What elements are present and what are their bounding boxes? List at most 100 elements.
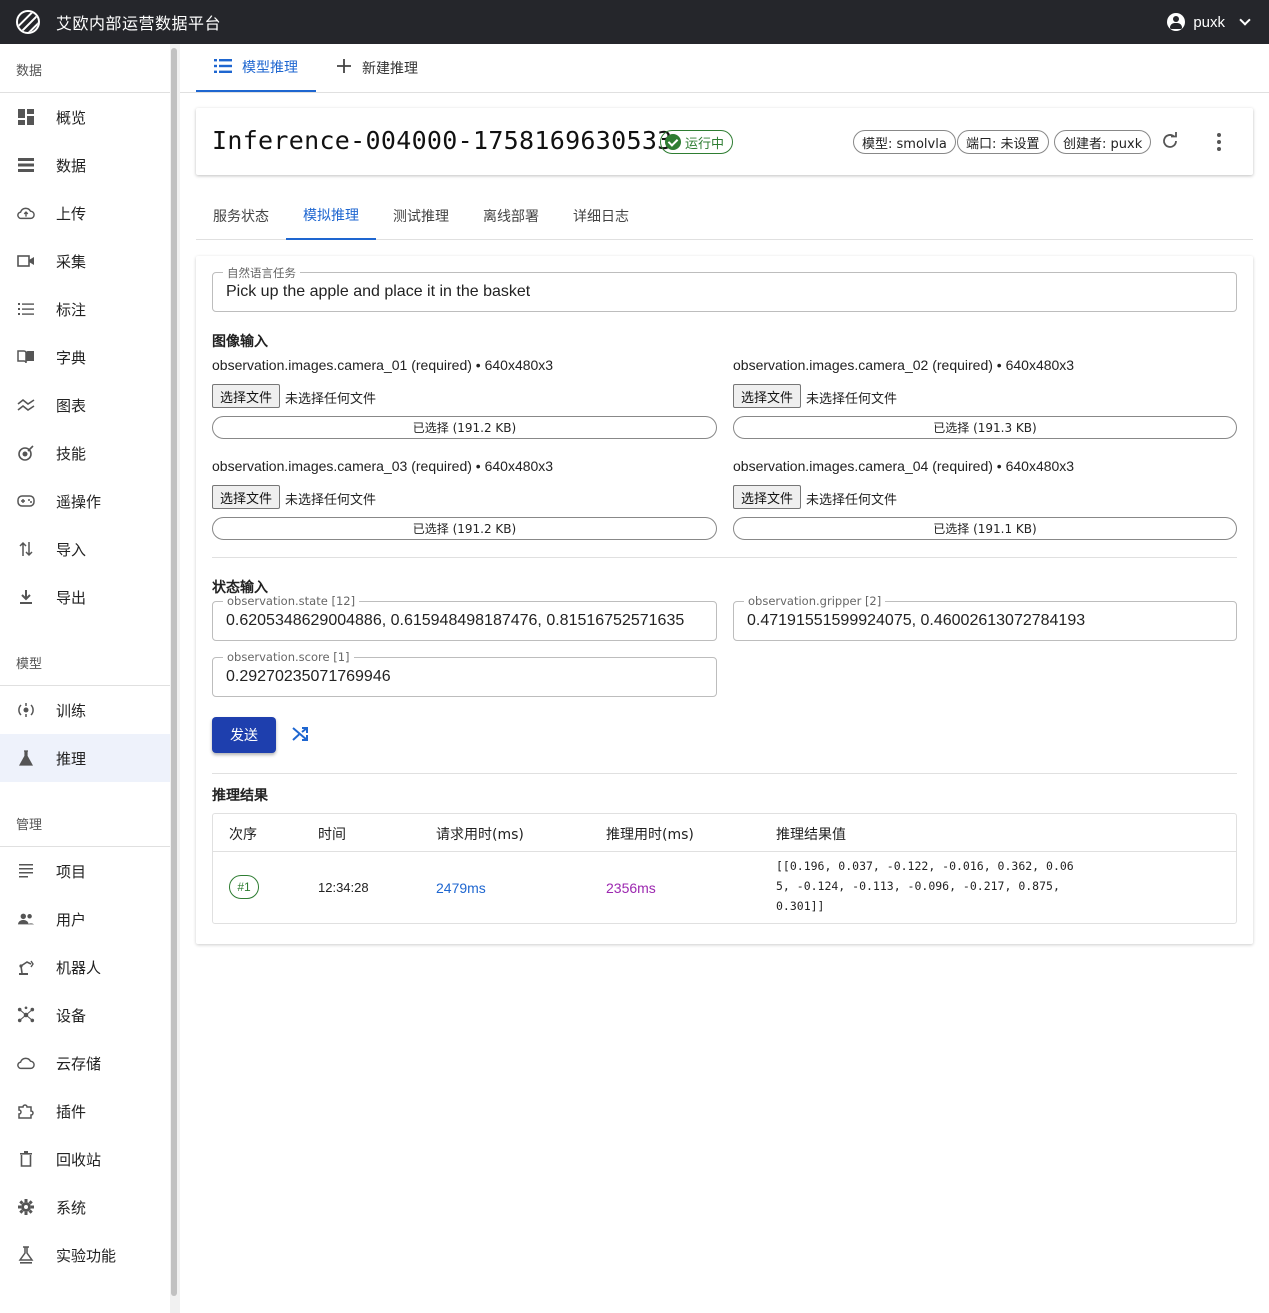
sidebar-item-export[interactable]: 导出 bbox=[0, 573, 170, 621]
sidebar-item-skills[interactable]: 技能 bbox=[0, 429, 170, 477]
import-icon bbox=[17, 540, 35, 558]
simulated-inference-panel: 自然语言任务 Pick up the apple and place it in… bbox=[196, 256, 1253, 944]
camera-04-file-status: 未选择任何文件 bbox=[806, 493, 898, 508]
results-table: 次序 时间 请求用时(ms) 推理用时(ms) 推理结果值 #1 12:34:2… bbox=[212, 813, 1237, 924]
row-infer-ms: 2356ms bbox=[606, 880, 656, 896]
sidebar-item-label: 导出 bbox=[56, 588, 87, 607]
tab-simulated-inference[interactable]: 模拟推理 bbox=[286, 192, 376, 240]
sidebar-item-label: 云存储 bbox=[56, 1054, 102, 1073]
gear-icon bbox=[17, 1198, 35, 1216]
dashboard-icon bbox=[17, 108, 35, 126]
inference-title: Inference-004000-1758169630533 bbox=[212, 126, 673, 155]
sidebar-item-inference[interactable]: 推理 bbox=[0, 734, 170, 782]
user-menu[interactable]: puxk bbox=[1167, 0, 1251, 44]
experiment-icon bbox=[17, 1246, 35, 1264]
annotate-icon bbox=[17, 300, 35, 318]
sidebar: 数据 概览 数据 上传 采集 标注 字典 图表 技能 遥操作 导入 导出 模型 … bbox=[0, 44, 170, 1313]
sidebar-item-dictionary[interactable]: 字典 bbox=[0, 333, 170, 381]
inference-header: Inference-004000-1758169630533 运行中 模型: s… bbox=[196, 108, 1253, 175]
tab-test-inference[interactable]: 测试推理 bbox=[376, 192, 466, 240]
camera-02-file-button[interactable]: 选择文件 bbox=[733, 384, 802, 408]
cloud-icon bbox=[17, 1054, 35, 1072]
main-content: 模型推理 新建推理 Inference-004000-1758169630533… bbox=[180, 44, 1269, 1313]
state-field[interactable]: observation.state [12] 0.620534862900488… bbox=[212, 594, 717, 641]
score-field[interactable]: observation.score [1] 0.2927023507176994… bbox=[212, 650, 717, 697]
camera-02-label: observation.images.camera_02 (required) … bbox=[733, 357, 1075, 373]
sidebar-item-label: 图表 bbox=[56, 396, 87, 415]
sidebar-item-label: 导入 bbox=[56, 540, 87, 559]
tab-service-status[interactable]: 服务状态 bbox=[196, 192, 286, 240]
send-button[interactable]: 发送 bbox=[212, 717, 276, 753]
puzzle-icon bbox=[17, 1102, 35, 1120]
sidebar-item-trash[interactable]: 回收站 bbox=[0, 1135, 170, 1183]
tab-detail-logs[interactable]: 详细日志 bbox=[556, 192, 646, 240]
trash-icon bbox=[17, 1150, 35, 1168]
gripper-field[interactable]: observation.gripper [2] 0.47191551599924… bbox=[733, 594, 1237, 641]
sidebar-item-label: 采集 bbox=[56, 252, 87, 271]
sidebar-item-experimental[interactable]: 实验功能 bbox=[0, 1231, 170, 1279]
download-icon bbox=[17, 588, 35, 606]
more-vert-icon[interactable] bbox=[1216, 132, 1222, 152]
list-icon bbox=[17, 156, 35, 174]
model-chip: 模型: smolvla bbox=[853, 130, 956, 154]
tab-model-inference[interactable]: 模型推理 bbox=[196, 44, 316, 92]
sidebar-item-users[interactable]: 用户 bbox=[0, 895, 170, 943]
sidebar-item-upload[interactable]: 上传 bbox=[0, 189, 170, 237]
score-field-label: observation.score [1] bbox=[223, 650, 354, 664]
sidebar-item-plugins[interactable]: 插件 bbox=[0, 1087, 170, 1135]
shuffle-icon[interactable] bbox=[290, 724, 312, 746]
divider bbox=[212, 773, 1237, 774]
port-chip: 端口: 未设置 bbox=[957, 130, 1049, 154]
plus-icon bbox=[336, 58, 352, 79]
camera-04-file-button[interactable]: 选择文件 bbox=[733, 485, 802, 509]
sidebar-item-label: 技能 bbox=[56, 444, 87, 463]
book-icon bbox=[17, 348, 35, 366]
tab-new-inference[interactable]: 新建推理 bbox=[336, 44, 436, 92]
tab-offline-deploy[interactable]: 离线部署 bbox=[466, 192, 556, 240]
camera-01-selected: 已选择 (191.2 KB) bbox=[212, 416, 717, 439]
sidebar-item-projects[interactable]: 项目 bbox=[0, 847, 170, 895]
sidebar-item-label: 推理 bbox=[56, 749, 87, 768]
robot-arm-icon bbox=[17, 958, 35, 976]
sidebar-item-system[interactable]: 系统 bbox=[0, 1183, 170, 1231]
sidebar-item-cloud-storage[interactable]: 云存储 bbox=[0, 1039, 170, 1087]
sidebar-item-label: 回收站 bbox=[56, 1150, 102, 1169]
device-icon bbox=[17, 1006, 35, 1024]
video-icon bbox=[17, 252, 35, 270]
sidebar-item-annotate[interactable]: 标注 bbox=[0, 285, 170, 333]
creator-chip: 创建者: puxk bbox=[1054, 130, 1152, 154]
col-result-value: 推理结果值 bbox=[776, 827, 846, 843]
sidebar-item-label: 系统 bbox=[56, 1198, 87, 1217]
logo-icon[interactable] bbox=[16, 10, 40, 34]
sidebar-scrollbar[interactable] bbox=[171, 48, 177, 1296]
status-text: 运行中 bbox=[685, 136, 725, 152]
state-field-value: 0.6205348629004886, 0.615948498187476, 0… bbox=[226, 612, 685, 629]
row-result-value: [[0.196, 0.037, -0.122, -0.016, 0.362, 0… bbox=[776, 859, 1074, 913]
image-input-title: 图像输入 bbox=[212, 334, 268, 350]
col-time: 时间 bbox=[318, 827, 346, 843]
sidebar-item-robots[interactable]: 机器人 bbox=[0, 943, 170, 991]
sidebar-item-overview[interactable]: 概览 bbox=[0, 93, 170, 141]
sidebar-item-label: 概览 bbox=[56, 108, 87, 127]
sidebar-item-teleop[interactable]: 遥操作 bbox=[0, 477, 170, 525]
sidebar-section-admin: 管理 bbox=[16, 818, 43, 833]
gamepad-icon bbox=[17, 492, 35, 510]
camera-01-file-button[interactable]: 选择文件 bbox=[212, 384, 281, 408]
sidebar-item-data[interactable]: 数据 bbox=[0, 141, 170, 189]
camera-04-selected: 已选择 (191.1 KB) bbox=[733, 517, 1237, 540]
sidebar-item-charts[interactable]: 图表 bbox=[0, 381, 170, 429]
col-infer-ms: 推理用时(ms) bbox=[606, 827, 694, 843]
sidebar-item-devices[interactable]: 设备 bbox=[0, 991, 170, 1039]
skill-icon bbox=[17, 444, 35, 462]
sidebar-item-train[interactable]: 训练 bbox=[0, 686, 170, 734]
col-request-ms: 请求用时(ms) bbox=[436, 827, 524, 843]
state-field-label: observation.state [12] bbox=[223, 594, 360, 608]
task-field-value: Pick up the apple and place it in the ba… bbox=[226, 283, 531, 300]
sidebar-item-capture[interactable]: 采集 bbox=[0, 237, 170, 285]
inference-subtabs: 服务状态 模拟推理 测试推理 离线部署 详细日志 bbox=[196, 192, 1253, 240]
task-field[interactable]: 自然语言任务 Pick up the apple and place it in… bbox=[212, 265, 1237, 312]
sidebar-item-import[interactable]: 导入 bbox=[0, 525, 170, 573]
sidebar-item-label: 插件 bbox=[56, 1102, 87, 1121]
camera-03-file-button[interactable]: 选择文件 bbox=[212, 485, 281, 509]
refresh-icon[interactable] bbox=[1160, 132, 1180, 152]
